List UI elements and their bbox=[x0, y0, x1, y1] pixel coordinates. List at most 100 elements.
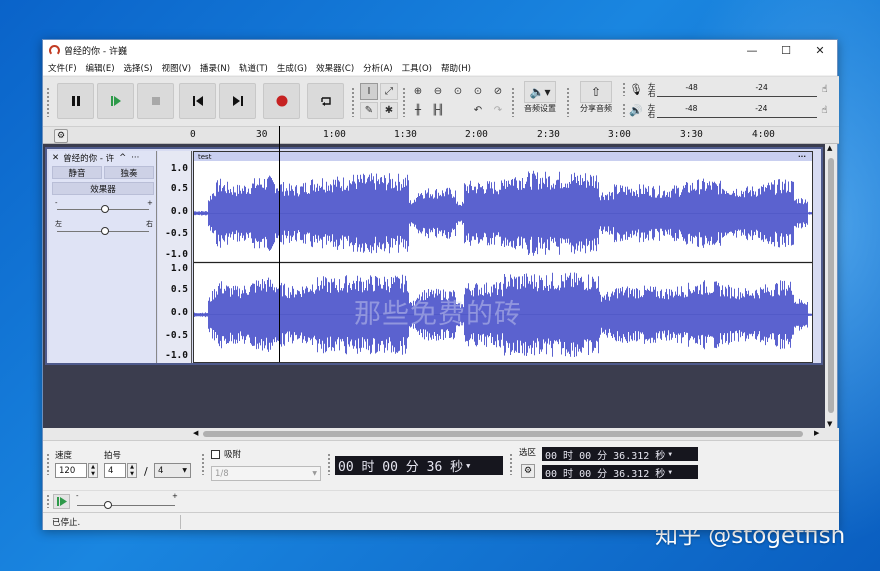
toolbar-grip[interactable] bbox=[622, 82, 626, 96]
scroll-up-icon[interactable]: ▲ bbox=[827, 144, 832, 152]
undo-button[interactable]: ↶ bbox=[469, 102, 487, 119]
minimize-button[interactable]: — bbox=[735, 40, 769, 60]
vertical-scrollbar[interactable]: ▲ ▼ bbox=[825, 144, 837, 428]
menu-select[interactable]: 选择(S) bbox=[124, 62, 153, 74]
clip-menu-icon[interactable]: ··· bbox=[798, 153, 806, 161]
audio-position-display[interactable]: 00 时 00 分 36 秒 ▼ bbox=[335, 456, 503, 475]
gain-slider[interactable] bbox=[57, 205, 149, 213]
gain-slider-knob[interactable] bbox=[100, 205, 109, 213]
toolbar-grip[interactable] bbox=[46, 87, 50, 117]
redo-button[interactable]: ↷ bbox=[489, 102, 507, 119]
menu-effects[interactable]: 效果器(C) bbox=[316, 62, 354, 74]
menu-generate[interactable]: 生成(G) bbox=[277, 62, 307, 74]
playback-speed-slider[interactable] bbox=[77, 501, 175, 509]
pan-slider-knob[interactable] bbox=[100, 227, 109, 235]
close-button[interactable]: ✕ bbox=[803, 40, 837, 60]
toolbar-grip[interactable] bbox=[46, 494, 50, 508]
speed-slider-knob[interactable] bbox=[104, 501, 113, 509]
scroll-left-icon[interactable]: ◀ bbox=[193, 429, 198, 437]
toolbar: I ⤢ ✎ ✱ ⊕ ⊖ ⊙ ⊙ ⊘ ╫ ╟╢ ↶ ↷ 🔈▾ 音频设置 ⇧ 分享音… bbox=[43, 76, 839, 126]
snap-select[interactable]: 1/8 ▼ bbox=[211, 466, 321, 481]
multi-tool-button[interactable]: ✱ bbox=[380, 102, 398, 119]
horizontal-scrollbar[interactable]: ◀ ▶ bbox=[43, 428, 839, 440]
timeline-ruler[interactable]: ⚙ 0 30 1:00 1:30 2:00 2:30 3:00 3:30 4:0… bbox=[43, 126, 839, 144]
speaker-meter-icon: 🔊 bbox=[629, 104, 643, 117]
stop-button[interactable] bbox=[137, 83, 174, 119]
selection-settings-button[interactable]: ⚙ bbox=[521, 464, 535, 478]
scale-label: 0.5 bbox=[170, 284, 188, 295]
draw-tool-button[interactable]: ✎ bbox=[360, 102, 378, 119]
toolbar-grip[interactable] bbox=[201, 453, 205, 475]
silence-icon: ╟╢ bbox=[431, 105, 445, 116]
toolbar-grip[interactable] bbox=[327, 453, 331, 475]
vertical-scroll-thumb[interactable] bbox=[828, 158, 834, 413]
record-meter[interactable]: 🎙 左 右 -48 -24 ☝ bbox=[629, 81, 828, 98]
toolbar-grip[interactable] bbox=[46, 453, 50, 475]
menu-transport[interactable]: 播录(N) bbox=[200, 62, 230, 74]
pause-button[interactable] bbox=[57, 83, 94, 119]
scroll-right-icon[interactable]: ▶ bbox=[814, 429, 819, 437]
waveform[interactable] bbox=[194, 161, 812, 362]
skip-to-end-button[interactable] bbox=[219, 83, 256, 119]
fit-project-button[interactable]: ⊙ bbox=[469, 83, 487, 100]
effects-button[interactable]: 效果器 bbox=[52, 182, 154, 195]
toolbar-grip[interactable] bbox=[622, 103, 626, 117]
close-track-icon[interactable]: ✕ bbox=[52, 153, 59, 163]
menu-analyze[interactable]: 分析(A) bbox=[363, 62, 392, 74]
toolbar-grip[interactable] bbox=[509, 453, 513, 475]
pan-slider[interactable] bbox=[57, 227, 149, 235]
time-signature-lower[interactable]: 4 ▼ bbox=[154, 463, 191, 478]
solo-button[interactable]: 独奏 bbox=[104, 166, 154, 179]
track-menu-icon[interactable]: ··· bbox=[131, 153, 139, 163]
play-button[interactable] bbox=[97, 83, 134, 119]
scroll-down-icon[interactable]: ▼ bbox=[827, 420, 832, 428]
toolbar-grip[interactable] bbox=[351, 87, 355, 117]
maximize-button[interactable]: ☐ bbox=[769, 40, 803, 60]
menu-tools[interactable]: 工具(O) bbox=[402, 62, 432, 74]
share-audio-button[interactable]: ⇧ 分享音频 bbox=[574, 81, 618, 121]
audio-setup-button[interactable]: 🔈▾ 音频设置 bbox=[518, 81, 562, 121]
horizontal-scroll-thumb[interactable] bbox=[203, 431, 803, 437]
time-signature-upper[interactable]: 4 bbox=[104, 463, 126, 478]
zoom-out-button[interactable]: ⊖ bbox=[429, 83, 447, 100]
play-at-speed-button[interactable] bbox=[53, 494, 70, 509]
clip-name[interactable]: test bbox=[198, 153, 211, 161]
tempo-spinner[interactable]: ▲ ▼ bbox=[88, 463, 98, 478]
zoom-in-button[interactable]: ⊕ bbox=[409, 83, 427, 100]
loop-button[interactable] bbox=[307, 83, 344, 119]
pan-right-label: 右 bbox=[146, 220, 153, 228]
clip-header[interactable]: test ··· bbox=[194, 152, 812, 161]
selection-end-display[interactable]: 00 时 00 分 36.312 秒 ▼ bbox=[542, 465, 698, 480]
envelope-tool-button[interactable]: ⤢ bbox=[380, 83, 398, 100]
select-tool-button[interactable]: I bbox=[360, 83, 378, 100]
mute-button[interactable]: 静音 bbox=[52, 166, 102, 179]
scale-label: 0.0 bbox=[170, 206, 188, 217]
audio-clip[interactable]: test ··· 那些免费的砖 bbox=[193, 151, 813, 363]
playback-meter[interactable]: 🔊 左 右 -48 -24 ☝ bbox=[629, 102, 827, 119]
selection-start-display[interactable]: 00 时 00 分 36.312 秒 ▼ bbox=[542, 447, 698, 462]
toolbar-grip[interactable] bbox=[566, 87, 570, 117]
timeline-tick: 1:00 bbox=[323, 129, 346, 140]
menu-tracks[interactable]: 轨道(T) bbox=[239, 62, 268, 74]
track-name[interactable]: 曾经的你 - 许 bbox=[63, 152, 114, 164]
trim-icon: ╫ bbox=[414, 105, 422, 116]
toolbar-grip[interactable] bbox=[511, 87, 515, 117]
silence-button[interactable]: ╟╢ bbox=[429, 102, 447, 119]
record-button[interactable] bbox=[263, 83, 300, 119]
trim-button[interactable]: ╫ bbox=[409, 102, 427, 119]
zoom-toggle-button[interactable]: ⊘ bbox=[489, 83, 507, 100]
menu-view[interactable]: 视图(V) bbox=[162, 62, 191, 74]
menu-edit[interactable]: 编辑(E) bbox=[86, 62, 115, 74]
snap-checkbox[interactable] bbox=[211, 450, 220, 459]
collapse-icon[interactable]: ^ bbox=[119, 153, 126, 163]
skip-to-start-button[interactable] bbox=[179, 83, 216, 119]
toolbar-grip[interactable] bbox=[402, 87, 406, 117]
meter-spinner[interactable]: ▲ ▼ bbox=[127, 463, 137, 478]
menu-help[interactable]: 帮助(H) bbox=[441, 62, 471, 74]
timeline-settings-button[interactable]: ⚙ bbox=[54, 129, 68, 143]
menu-file[interactable]: 文件(F) bbox=[48, 62, 77, 74]
track-area[interactable]: ✕ 曾经的你 - 许 ^ ··· 静音 独奏 效果器 - + 左 右 1.0 0… bbox=[43, 144, 825, 428]
audio-track[interactable]: ✕ 曾经的你 - 许 ^ ··· 静音 独奏 效果器 - + 左 右 1.0 0… bbox=[45, 147, 823, 365]
fit-selection-button[interactable]: ⊙ bbox=[449, 83, 467, 100]
tempo-input[interactable]: 120 bbox=[55, 463, 87, 478]
